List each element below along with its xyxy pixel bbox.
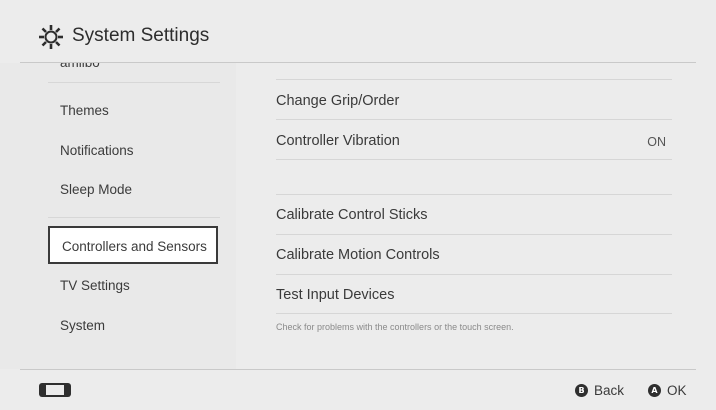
a-button-icon: A xyxy=(648,383,661,397)
row-divider xyxy=(276,79,672,80)
row-divider xyxy=(276,194,672,195)
calibrate-control-sticks-option[interactable]: Calibrate Control Sticks xyxy=(276,207,428,223)
row-divider xyxy=(276,313,672,314)
calibrate-motion-controls-option[interactable]: Calibrate Motion Controls xyxy=(276,247,440,263)
gear-icon xyxy=(39,25,63,49)
row-divider xyxy=(276,234,672,235)
sidebar-item-notifications[interactable]: Notifications xyxy=(60,143,134,158)
back-label: Back xyxy=(594,382,625,398)
back-button[interactable]: B Back xyxy=(575,381,624,399)
row-divider xyxy=(276,159,672,160)
row-divider xyxy=(276,119,672,120)
controller-vibration-option[interactable]: Controller Vibration xyxy=(276,133,400,149)
test-input-devices-option[interactable]: Test Input Devices xyxy=(276,287,394,303)
settings-screen: System Settings amiibo Themes Notificati… xyxy=(0,0,716,410)
sidebar-item-amiibo[interactable]: amiibo xyxy=(60,63,100,70)
row-divider xyxy=(276,274,672,275)
sidebar-divider xyxy=(48,217,220,218)
settings-panel: Change Grip/Order Controller Vibration O… xyxy=(236,63,716,369)
ok-label: OK xyxy=(667,382,687,398)
test-input-devices-description: Check for problems with the controllers … xyxy=(276,322,514,332)
sidebar-item-sleep-mode[interactable]: Sleep Mode xyxy=(60,182,132,197)
sidebar-item-themes[interactable]: Themes xyxy=(60,103,109,118)
footer: B Back A OK xyxy=(0,370,716,410)
sidebar-item-system[interactable]: System xyxy=(60,318,105,333)
b-button-icon: B xyxy=(575,383,588,397)
sidebar-item-controllers-and-sensors[interactable]: Controllers and Sensors xyxy=(48,226,218,264)
sidebar: amiibo Themes Notifications Sleep Mode C… xyxy=(0,63,236,369)
console-icon xyxy=(39,383,71,397)
page-title: System Settings xyxy=(72,25,210,46)
ok-button[interactable]: A OK xyxy=(648,381,687,399)
sidebar-item-tv-settings[interactable]: TV Settings xyxy=(60,278,130,293)
header: System Settings xyxy=(0,0,716,62)
sidebar-item-label: Controllers and Sensors xyxy=(62,239,207,254)
sidebar-divider xyxy=(48,82,220,83)
controller-vibration-status: ON xyxy=(647,135,666,149)
change-grip-order-option[interactable]: Change Grip/Order xyxy=(276,93,399,109)
